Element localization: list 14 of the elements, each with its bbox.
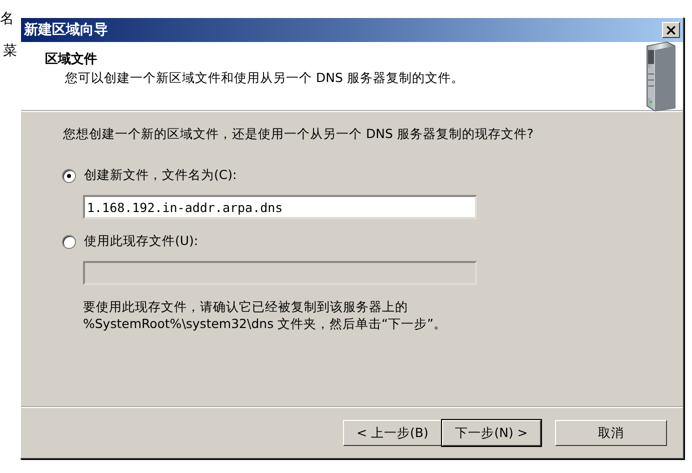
note-text: 要使用此现存文件，请确认它已经被复制到该服务器上的: [83, 299, 409, 316]
close-button[interactable]: ×: [662, 22, 680, 38]
background-text: 名: [0, 10, 14, 28]
question-text: 您想创建一个新的区域文件，还是使用一个从另一个 DNS 服务器复制的现存文件?: [63, 126, 534, 143]
dialog-button[interactable]: 取消: [555, 420, 667, 446]
header-title: 区域文件: [45, 50, 98, 68]
dialog-button[interactable]: < 上一步(B): [343, 420, 442, 446]
window-title: 新建区域向导: [24, 21, 108, 39]
background-text: 菜: [3, 42, 17, 60]
file-name-field[interactable]: 1.168.192.in-addr.arpa.dns: [83, 195, 477, 219]
dialog-button[interactable]: 下一步(N) >: [442, 420, 541, 446]
header-subtitle: 您可以创建一个新区域文件和使用从另一个 DNS 服务器复制的文件。: [64, 70, 464, 87]
note-text: %SystemRoot%\system32\dns 文件夹，然后单击“下一步”。: [83, 316, 448, 333]
radio-option[interactable]: 创建新文件，文件名为(C):: [62, 167, 237, 184]
